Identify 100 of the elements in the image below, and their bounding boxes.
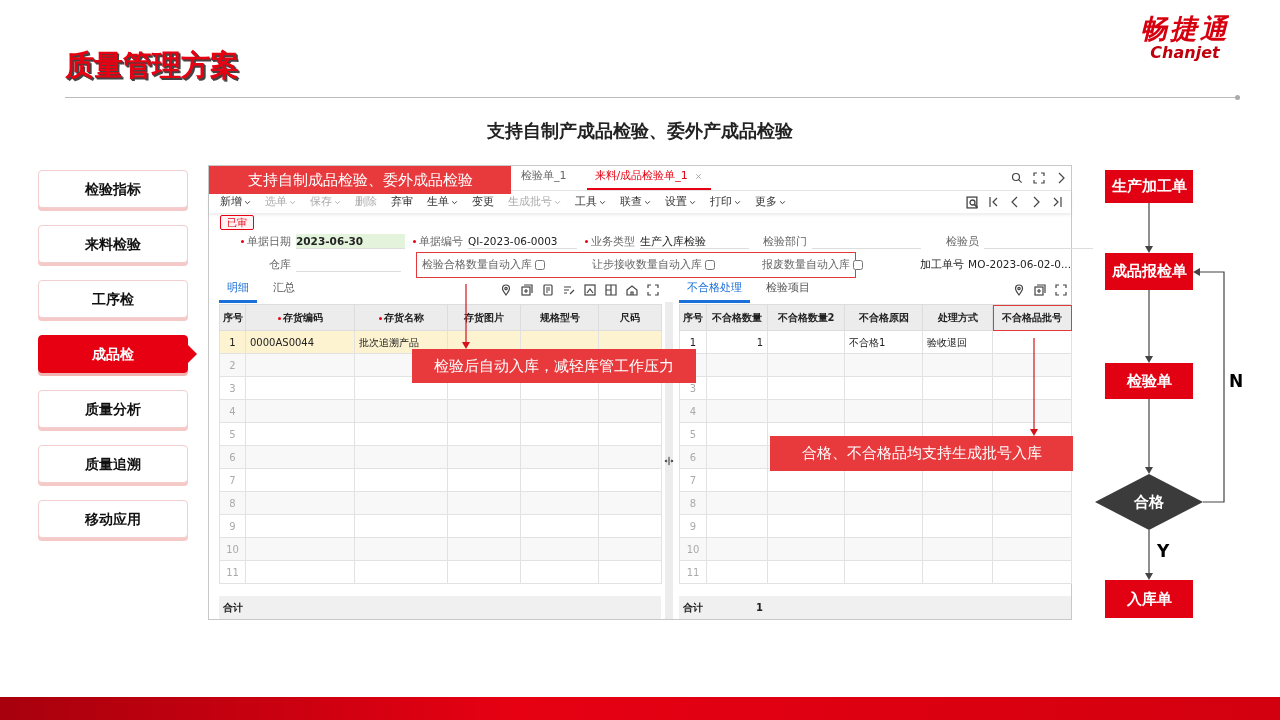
required-mark	[277, 316, 281, 320]
row-number: 5	[679, 422, 707, 446]
callout: 检验后自动入库，减轻库管工作压力	[412, 349, 696, 383]
table-cell: 验收退回	[922, 330, 993, 354]
toolbar-button[interactable]: 联查	[613, 195, 658, 209]
nav-item[interactable]: 移动应用	[38, 500, 188, 538]
field-label: 单据编号	[405, 233, 463, 250]
toolbar-button[interactable]: 变更	[465, 195, 501, 209]
nav-item[interactable]: 来料检验	[38, 225, 188, 263]
total-value: 1	[706, 596, 767, 619]
row-number: 3	[219, 376, 246, 400]
checkbox[interactable]	[853, 260, 863, 270]
document-icon[interactable]	[542, 284, 554, 296]
toolbar-button[interactable]: 设置	[658, 195, 703, 209]
row-number: 6	[679, 445, 707, 469]
toolbar-button[interactable]: 打印	[703, 195, 748, 209]
fullscreen-icon[interactable]	[1055, 284, 1067, 296]
toolbar-button[interactable]: 工具	[568, 195, 613, 209]
caret-icon	[554, 198, 561, 206]
document-tab[interactable]: 来料/成品检验单_1	[586, 167, 711, 191]
column-header: 不合格数量2	[767, 304, 845, 331]
caret-icon	[644, 198, 651, 206]
row-number: 1	[219, 330, 246, 354]
flow-arrow	[1145, 529, 1153, 580]
field-label: 检验部门	[762, 233, 807, 249]
row-number: 4	[219, 399, 246, 423]
decision-node: 合格	[1095, 474, 1203, 530]
home-icon[interactable]	[626, 284, 638, 296]
image-icon[interactable]	[584, 284, 596, 296]
caret-icon	[334, 198, 341, 206]
section-heading: 支持自制产成品检验、委外产成品检验	[486, 119, 794, 143]
column-header: 规格型号	[520, 304, 599, 331]
checkbox-label: 检验合格数量自动入库	[422, 257, 532, 273]
callout: 合格、不合格品均支持生成批号入库	[770, 436, 1073, 471]
branch-label: N	[1229, 370, 1244, 393]
nav-item[interactable]: 质量追溯	[38, 445, 188, 483]
row-number: 11	[679, 560, 707, 584]
process-node: 生产加工单	[1105, 170, 1193, 203]
fullscreen-icon[interactable]	[647, 284, 659, 296]
row-number: 6	[219, 445, 246, 469]
caret-icon	[689, 198, 696, 206]
field-label: 单据日期	[233, 233, 291, 250]
pin-icon[interactable]	[1013, 284, 1025, 296]
column-header: 序号	[219, 304, 246, 331]
caret-icon	[779, 198, 786, 206]
columns-icon[interactable]	[605, 284, 617, 296]
column-header: 不合格数量	[706, 304, 768, 331]
table-cell: 不合格1	[844, 330, 923, 354]
first-page-icon[interactable]	[988, 196, 1000, 208]
panel-tab[interactable]: 汇总	[265, 277, 303, 303]
toolbar-button[interactable]: 新增	[213, 195, 258, 209]
checkbox[interactable]	[535, 260, 545, 270]
field-value[interactable]: QI-2023-06-0003	[468, 234, 577, 250]
field-label: 检验员	[945, 233, 979, 249]
toolbar-button[interactable]: 弃审	[384, 195, 420, 209]
search-icon[interactable]	[1011, 172, 1023, 185]
checkbox-label: 报废数量自动入库	[762, 257, 850, 273]
toolbar-button[interactable]: 更多	[748, 195, 793, 209]
field-value[interactable]: 生产入库检验	[640, 234, 749, 250]
process-node: 检验单	[1105, 363, 1193, 399]
field-value[interactable]: 2023-06-30	[296, 234, 405, 250]
panel-tab[interactable]: 检验项目	[758, 277, 818, 303]
column-header: 存货名称	[354, 304, 448, 331]
caret-icon	[734, 198, 741, 206]
branch-label: Y	[1157, 540, 1170, 563]
last-page-icon[interactable]	[1051, 196, 1063, 208]
document-search-icon[interactable]	[966, 195, 979, 209]
caret-icon	[289, 198, 296, 206]
checkbox-label: 让步接收数量自动入库	[592, 257, 702, 273]
add-copy-icon[interactable]	[521, 284, 533, 296]
field-label: 业务类型	[577, 233, 635, 250]
document-tab[interactable]: 检验单_1	[513, 167, 575, 191]
process-node: 入库单	[1105, 580, 1193, 618]
total-label: 合计	[679, 596, 706, 619]
field-value: MO-2023-06-02-0...	[968, 257, 1071, 273]
column-header: 处理方式	[922, 304, 993, 331]
row-number: 10	[679, 537, 707, 561]
caret-icon	[244, 198, 251, 206]
resize-handle-icon[interactable]	[664, 455, 674, 466]
nav-item[interactable]: 检验指标	[38, 170, 188, 208]
row-number: 8	[219, 491, 246, 515]
caret-icon	[451, 198, 458, 206]
rule-dot	[1235, 95, 1240, 100]
nav-item[interactable]: 质量分析	[38, 390, 188, 428]
column-header: 不合格原因	[844, 304, 923, 331]
add-copy-icon[interactable]	[1034, 284, 1046, 296]
list-edit-icon[interactable]	[563, 284, 575, 296]
nav-item[interactable]: 成品检	[38, 335, 188, 373]
total-label: 合计	[219, 596, 245, 619]
toolbar-button[interactable]: 生单	[420, 195, 465, 209]
pin-icon[interactable]	[500, 284, 512, 296]
row-number: 8	[679, 491, 707, 515]
fullscreen-icon[interactable]	[1033, 172, 1045, 185]
column-header: 存货编码	[245, 304, 355, 331]
status-badge: 已审	[220, 214, 254, 230]
flow-arrow	[1145, 202, 1153, 253]
column-header: 尺码	[598, 304, 662, 331]
checkbox[interactable]	[705, 260, 715, 270]
row-number: 5	[219, 422, 246, 446]
nav-item[interactable]: 工序检	[38, 280, 188, 318]
